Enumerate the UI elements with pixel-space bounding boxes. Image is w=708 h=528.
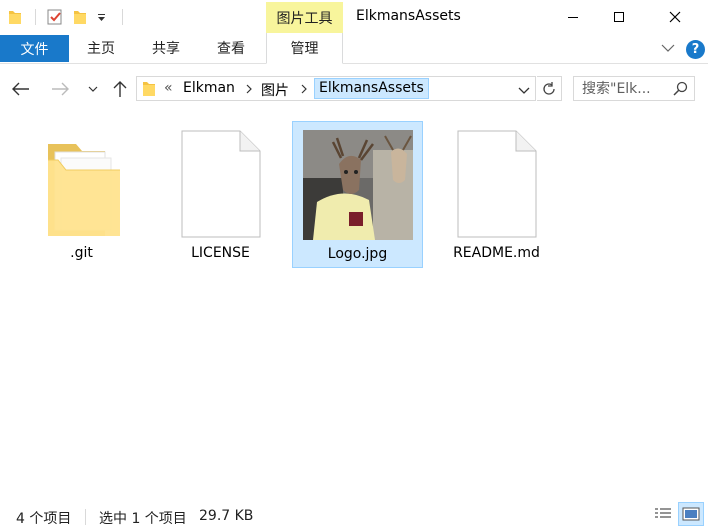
item-count: 4 个项目 [16,511,72,527]
chevron-right-icon[interactable] [300,83,308,99]
back-button[interactable] [10,78,32,100]
large-icons-view-button[interactable] [678,502,704,526]
minimize-button[interactable] [550,0,596,33]
list-item[interactable]: README.md [431,121,562,268]
file-icon [155,129,286,239]
folder-icon [142,80,156,101]
tab-manage[interactable]: 管理 [266,33,343,64]
details-view-button[interactable] [650,502,676,526]
expand-ribbon-icon[interactable] [661,42,675,57]
item-name: Logo.jpg [327,246,388,262]
properties-icon[interactable] [46,0,64,33]
customize-toolbar-icon[interactable] [97,0,107,33]
tab-file[interactable]: 文件 [0,35,69,62]
file-icon [431,129,562,239]
search-icon[interactable] [673,81,688,100]
list-item[interactable]: LICENSE [155,121,286,268]
selection-count: 选中 1 个项目 [99,511,187,527]
chevron-down-icon[interactable] [518,84,530,99]
title-bar: 图片工具 ElkmansAssets [0,0,708,34]
maximize-button[interactable] [596,0,642,33]
breadcrumb-item[interactable]: Elkman [183,80,235,96]
help-icon[interactable]: ? [686,40,705,59]
address-bar[interactable]: « Elkman 图片 ElkmansAssets [136,76,536,101]
item-name: .git [70,245,93,261]
breadcrumb-item[interactable]: 图片 [261,80,289,100]
selection-size: 29.7 KB [199,508,254,524]
recent-locations-button[interactable] [82,78,104,100]
tab-home[interactable]: 主页 [78,35,124,61]
tab-share[interactable]: 共享 [143,35,189,61]
folder-icon[interactable] [8,0,22,33]
list-item[interactable]: .git [16,121,147,268]
divider [35,9,36,25]
search-input[interactable] [582,79,672,98]
folder-icon [16,129,147,239]
divider [85,509,86,525]
chevron-right-icon[interactable] [245,83,253,99]
ribbon-tabs: 文件 主页 共享 查看 管理 ? [0,33,708,64]
close-button[interactable] [652,0,698,33]
forward-button[interactable] [49,78,71,100]
search-box[interactable] [573,76,695,101]
list-item[interactable]: Logo.jpg [292,121,423,268]
tab-view[interactable]: 查看 [208,35,254,61]
divider [122,9,123,25]
refresh-button[interactable] [537,76,562,101]
breadcrumb-current[interactable]: ElkmansAssets [314,78,429,99]
up-button[interactable] [109,78,131,100]
picture-tools-label: 图片工具 [266,2,343,34]
status-bar: 4 个项目 选中 1 个项目 29.7 KB [0,504,708,528]
breadcrumb-overflow[interactable]: « [164,80,173,96]
item-name: LICENSE [191,245,250,261]
new-folder-icon[interactable] [73,0,87,33]
window-title: ElkmansAssets [356,8,461,24]
item-name: README.md [453,245,540,261]
image-thumbnail [293,130,422,240]
